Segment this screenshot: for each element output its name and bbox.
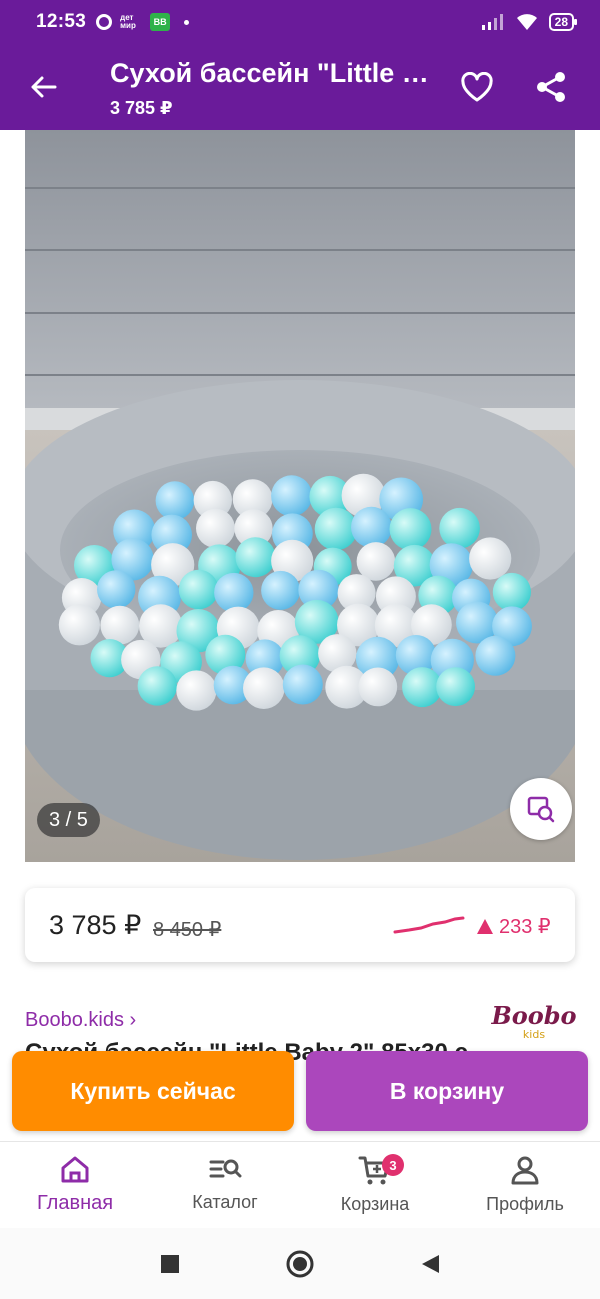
detmir-notification-icon: дет мир (120, 13, 136, 30)
status-bar: 12:53 дет мир ВВ 28 (0, 0, 600, 44)
play-ball (100, 605, 140, 645)
svg-text:kids: kids (523, 1028, 545, 1041)
wifi-icon (516, 14, 537, 30)
image-search-button[interactable] (510, 778, 572, 840)
play-ball (356, 542, 396, 581)
home-system-button[interactable] (280, 1244, 320, 1284)
recents-button[interactable] (150, 1244, 190, 1284)
play-ball (214, 572, 254, 613)
back-system-button[interactable] (410, 1244, 450, 1284)
price-history-sparkline (393, 916, 465, 934)
old-price: 8 450 ₽ (153, 919, 222, 941)
battery-icon: 28 (548, 13, 578, 31)
share-icon (537, 72, 565, 102)
play-ball (243, 667, 285, 709)
status-time: 12:53 (36, 11, 87, 32)
image-counter: 3 / 5 (37, 803, 100, 837)
brand-logo: Boobo kids (490, 1001, 576, 1041)
bottom-navigation: Главная Каталог 3 Корзина Профиль (0, 1141, 600, 1228)
price-change-value: 233 ₽ (499, 916, 551, 938)
play-ball (469, 537, 512, 580)
heart-icon (461, 72, 493, 102)
play-ball (436, 667, 475, 707)
page-title: Сухой бассейн "Little Baby 2" 85x30 с ша… (110, 58, 430, 88)
app-root: 12:53 дет мир ВВ 28 Сухой бассейн "Littl… (0, 0, 600, 1299)
play-ball (402, 667, 443, 708)
triangle-back-icon (422, 1254, 439, 1273)
play-ball (155, 481, 195, 520)
home-icon (61, 1156, 89, 1183)
system-navigation-bar (0, 1228, 600, 1299)
nav-label-profile: Профиль (486, 1194, 564, 1214)
image-search-icon (527, 796, 555, 823)
arrow-left-icon (31, 76, 57, 98)
play-ball (439, 507, 480, 549)
nav-label-cart: Корзина (340, 1194, 410, 1214)
product-photo-ball-pit (25, 130, 575, 862)
status-system-icons: 28 (481, 12, 578, 32)
signal-icon (481, 14, 503, 30)
add-to-cart-button[interactable]: В корзину (306, 1051, 588, 1131)
play-ball (235, 537, 276, 578)
svg-text:Boobo: Boobo (490, 1001, 576, 1030)
play-ball (271, 475, 313, 517)
play-ball (178, 569, 219, 610)
more-notifications-dot-icon (184, 19, 190, 25)
product-image-gallery[interactable]: 3 / 5 (25, 130, 575, 862)
app-bar: Сухой бассейн "Little Baby 2" 85x30 с ша… (0, 44, 600, 130)
play-ball (358, 667, 398, 707)
play-ball (97, 570, 136, 609)
notification-ring-icon (96, 14, 113, 30)
header-price: 3 785 ₽ (110, 98, 173, 118)
square-icon (161, 1254, 179, 1273)
play-ball (137, 666, 177, 706)
play-ball (351, 506, 392, 548)
share-button[interactable] (530, 66, 572, 108)
nav-item-catalog[interactable]: Каталог (150, 1142, 300, 1228)
arrow-up-icon (477, 919, 493, 934)
profile-icon (511, 1156, 539, 1185)
play-ball (176, 670, 217, 711)
play-ball (58, 604, 100, 646)
play-ball (389, 508, 432, 551)
play-ball (475, 635, 516, 676)
play-ball (492, 572, 531, 612)
price-change: 233 ₽ (477, 914, 551, 939)
price-card[interactable]: 3 785 ₽ 8 450 ₽ 233 ₽ (25, 888, 575, 962)
seller-link[interactable]: Boobo.kids › (25, 1009, 136, 1032)
catalog-search-icon (209, 1159, 242, 1178)
favorite-button[interactable] (456, 66, 498, 108)
vb-notification-icon: ВВ (150, 13, 171, 31)
play-ball (261, 570, 301, 610)
play-ball (314, 507, 358, 551)
back-button[interactable] (22, 66, 64, 108)
cart-badge: 3 (382, 1154, 404, 1176)
nav-item-profile[interactable]: Профиль (450, 1142, 600, 1228)
nav-item-home[interactable]: Главная (0, 1142, 150, 1228)
nav-label-catalog: Каталог (192, 1192, 258, 1212)
status-notification-icons: дет мир ВВ (96, 13, 190, 31)
play-ball (196, 508, 235, 548)
nav-label-home: Главная (36, 1192, 114, 1214)
buy-now-button[interactable]: Купить сейчас (12, 1051, 294, 1131)
nav-item-cart[interactable]: 3 Корзина (300, 1142, 450, 1228)
circle-home-icon (286, 1250, 314, 1277)
current-price: 3 785 ₽ (49, 910, 142, 940)
play-ball (282, 664, 323, 705)
